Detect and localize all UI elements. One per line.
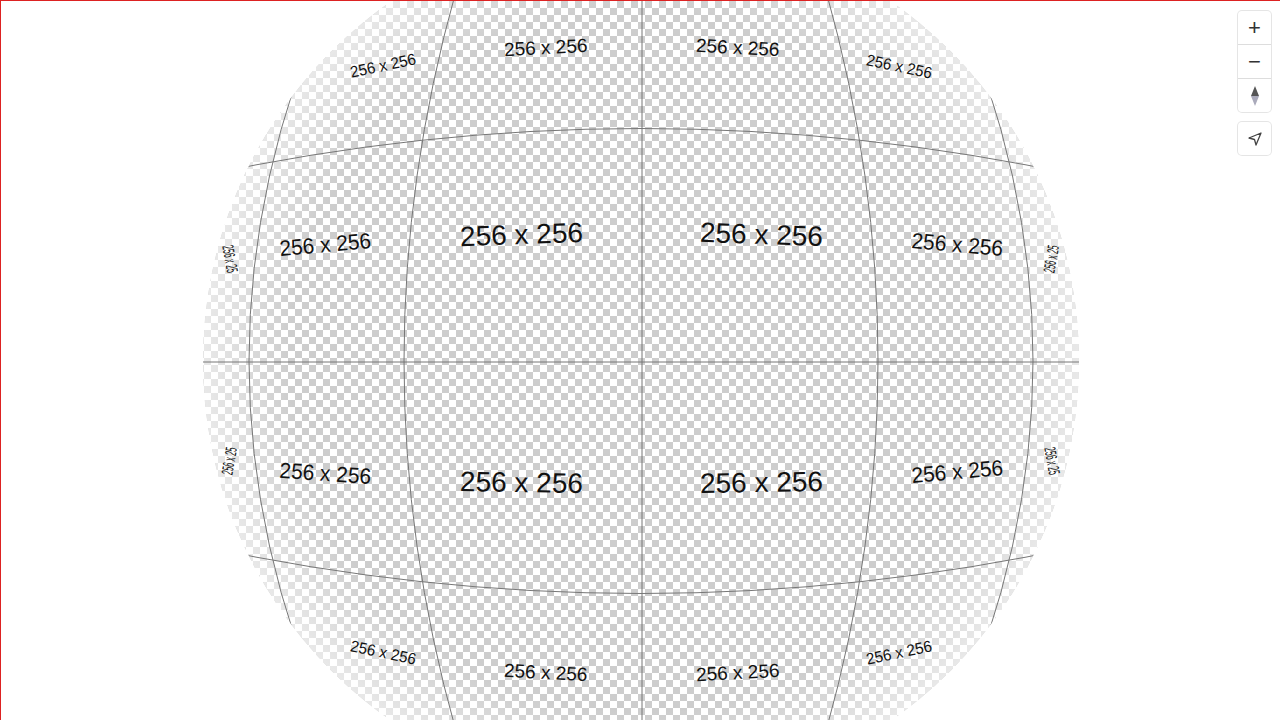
tile-label: 256 x 256 (457, 217, 585, 253)
tile-label: 256 x 256 (457, 466, 585, 500)
compass-button[interactable] (1238, 78, 1271, 112)
locate-icon (1248, 132, 1262, 146)
zoom-in-button[interactable]: + (1238, 11, 1271, 44)
tile-label: 256 x 256 (693, 658, 782, 686)
tile-label: 256 x 256 (501, 658, 590, 686)
zoom-controls: +− (1238, 11, 1271, 112)
zoom-out-button[interactable]: − (1238, 44, 1271, 78)
tile-label: 256 x 256 (501, 33, 590, 61)
tile-label: 256 x 256 (697, 217, 825, 253)
locate-control (1238, 122, 1271, 155)
locate-button[interactable] (1238, 122, 1271, 155)
globe-map[interactable]: 256 x 256 256 x 256 256 x 256 256 x 256 256 … (1, 1, 1280, 720)
tile-label: 256 x 256 (697, 466, 825, 500)
compass-icon (1248, 85, 1262, 107)
tile-label: 256 x 256 (693, 33, 782, 61)
